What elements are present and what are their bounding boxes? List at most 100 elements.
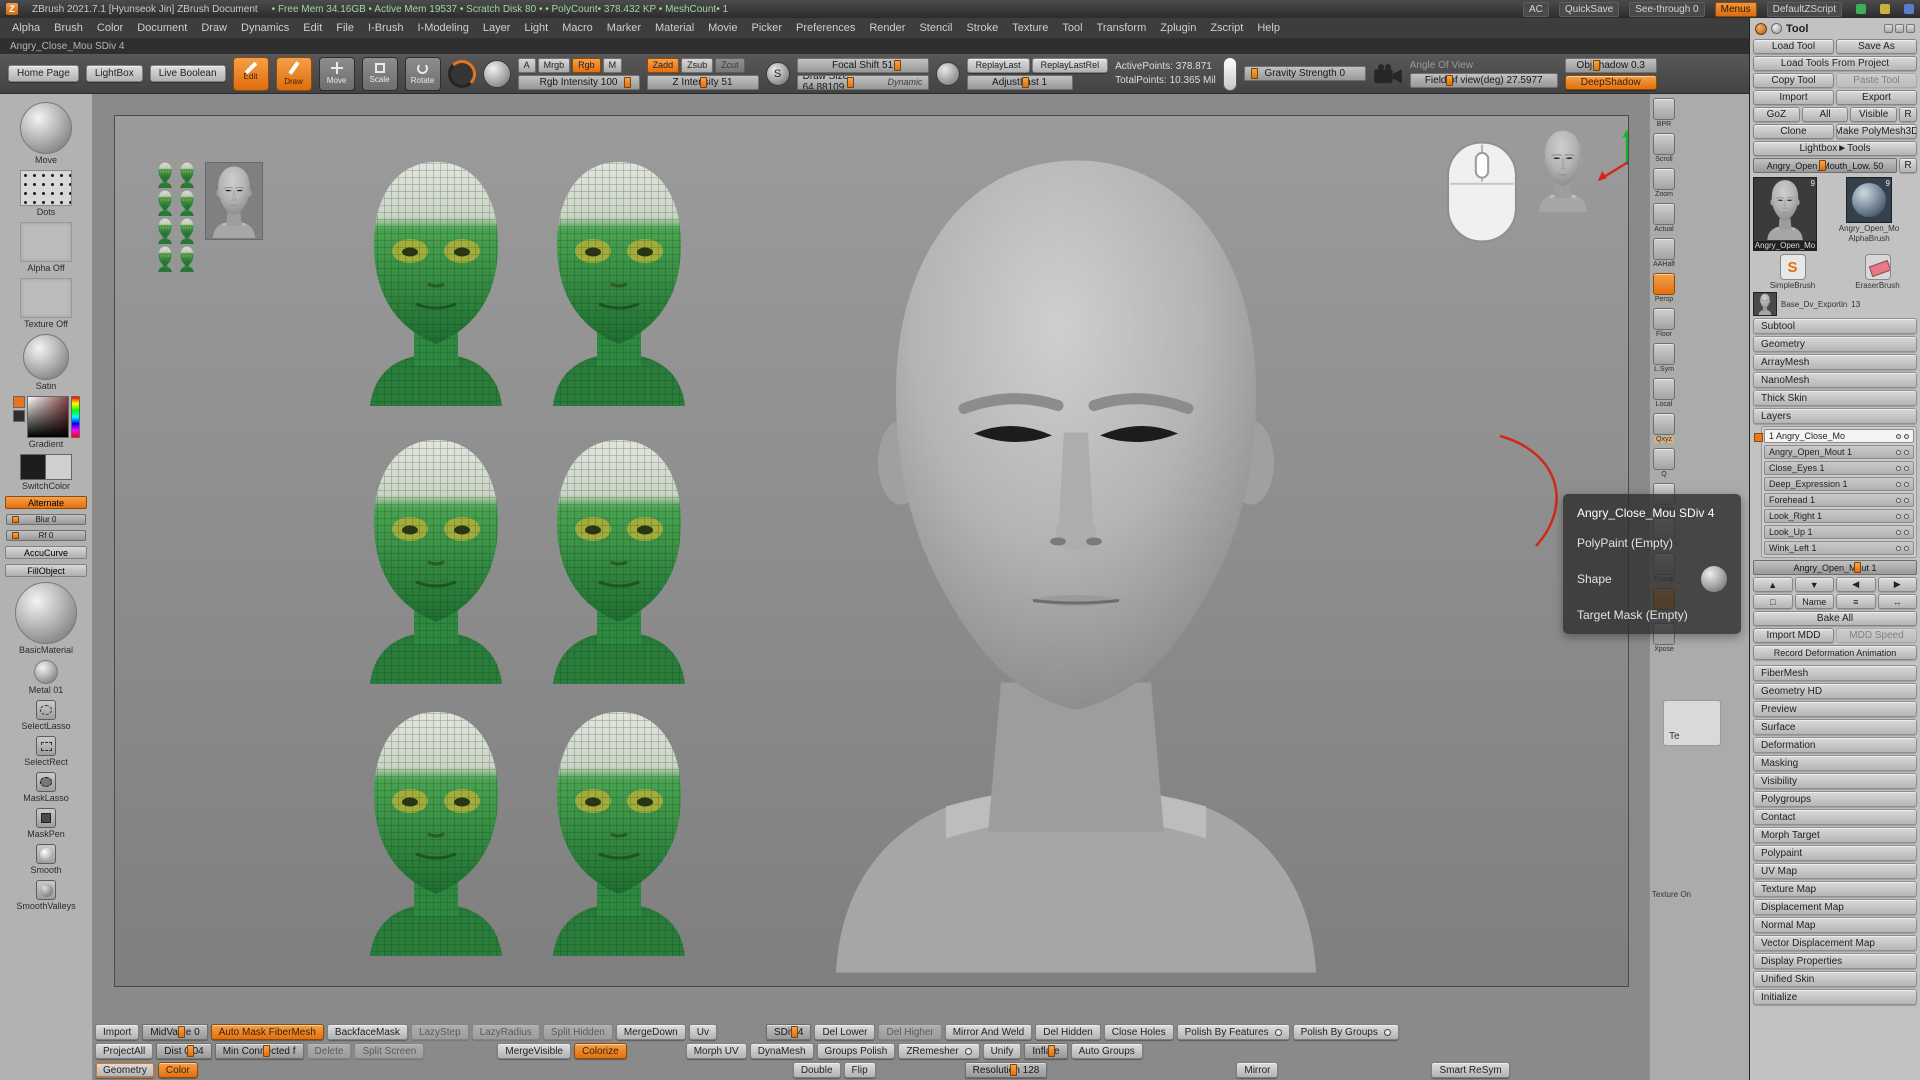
bottom-button[interactable]: Split Hidden <box>543 1024 613 1040</box>
home-page-button[interactable]: Home Page <box>8 65 79 82</box>
alpha-icon[interactable] <box>936 62 960 86</box>
menu-item[interactable]: I-Brush <box>362 20 409 36</box>
alt-color-swatch[interactable] <box>46 454 72 480</box>
bottom-button[interactable]: Geometry <box>95 1062 155 1078</box>
accucurve-button[interactable]: AccuCurve <box>5 546 87 559</box>
titlebar-button[interactable]: QuickSave <box>1559 2 1619 17</box>
bottom-button[interactable]: MidValue 0 <box>142 1024 207 1040</box>
active-color-swatch[interactable] <box>13 396 25 408</box>
bottom-button[interactable]: Split Screen <box>354 1043 424 1059</box>
bottom-button[interactable]: MergeVisible <box>497 1043 571 1059</box>
copy-tool-button[interactable]: Copy Tool <box>1753 73 1834 88</box>
menu-item[interactable]: Stroke <box>960 20 1004 36</box>
record-deformation-button[interactable]: Record Deformation Animation <box>1753 645 1917 660</box>
layer-arrow-button[interactable]: ▼ <box>1795 577 1835 592</box>
active-tool-slider[interactable]: Angry_Open_Mouth_Low. 50 <box>1753 158 1897 173</box>
section-button[interactable]: Unified Skin <box>1753 971 1917 987</box>
section-button[interactable]: Deformation <box>1753 737 1917 753</box>
bottom-button[interactable]: Auto Mask FiberMesh <box>211 1024 324 1040</box>
bottom-button[interactable]: LazyStep <box>411 1024 469 1040</box>
layer-row[interactable]: Angry_Open_Mout 1 <box>1764 445 1914 459</box>
clone-button[interactable]: Clone <box>1753 124 1834 139</box>
menu-item[interactable]: Help <box>1251 20 1286 36</box>
import-button[interactable]: Import <box>1753 90 1834 105</box>
layer-visibility-icons[interactable] <box>1896 466 1909 471</box>
bottom-button[interactable]: Dist 0.04 <box>156 1043 211 1059</box>
bottom-button[interactable]: Del Higher <box>878 1024 941 1040</box>
replay-last-button[interactable]: ReplayLast <box>967 58 1030 73</box>
edit-button[interactable]: Edit <box>233 57 269 91</box>
menu-item[interactable]: Alpha <box>6 20 46 36</box>
menu-item[interactable]: I-Modeling <box>411 20 474 36</box>
menu-item[interactable]: Light <box>518 20 554 36</box>
section-button[interactable]: Texture Map <box>1753 881 1917 897</box>
section-button[interactable]: UV Map <box>1753 863 1917 879</box>
panel-icon[interactable] <box>1884 24 1893 33</box>
menu-item[interactable]: Brush <box>48 20 89 36</box>
menu-item[interactable]: Dynamics <box>235 20 295 36</box>
palette-flower-icon[interactable] <box>1755 23 1767 35</box>
tray-button[interactable]: Scroll <box>1653 133 1675 163</box>
bake-all-button[interactable]: Bake All <box>1753 611 1917 626</box>
menu-item[interactable]: Zscript <box>1204 20 1249 36</box>
section-button[interactable]: NanoMesh <box>1753 372 1917 388</box>
bottom-button[interactable]: Min Connected f <box>215 1043 304 1059</box>
menu-item[interactable]: Render <box>863 20 911 36</box>
tray-button[interactable]: Persp <box>1653 273 1675 303</box>
alternate-button[interactable]: Alternate <box>5 496 87 509</box>
menu-item[interactable]: Texture <box>1006 20 1054 36</box>
document-canvas[interactable] <box>114 115 1629 987</box>
draw-button[interactable]: Draw <box>276 57 312 91</box>
basic-material[interactable]: BasicMaterial <box>15 582 77 655</box>
sculpt-head-model[interactable] <box>816 130 1336 975</box>
material-ball-icon[interactable] <box>483 60 511 88</box>
layer-visibility-icons[interactable] <box>1896 514 1909 519</box>
bottom-button[interactable]: Groups Polish <box>817 1043 896 1059</box>
layer-visibility-icons[interactable] <box>1896 482 1909 487</box>
stroke-dots[interactable]: Dots <box>20 170 72 217</box>
titlebar-button[interactable]: See-through 0 <box>1629 2 1704 17</box>
section-button[interactable]: Subtool <box>1753 318 1917 334</box>
bottom-button[interactable]: SDiv 4 <box>766 1024 811 1040</box>
rgb-button[interactable]: Rgb <box>572 58 601 73</box>
color-a-button[interactable]: A <box>518 58 536 73</box>
bottom-button[interactable]: Flip <box>844 1062 876 1078</box>
layer-row[interactable]: Wink_Left 1 <box>1764 541 1914 555</box>
layer-tool-button[interactable]: □ <box>1753 594 1793 609</box>
section-button[interactable]: ArrayMesh <box>1753 354 1917 370</box>
titlebar-button[interactable]: AC <box>1523 2 1549 17</box>
load-tool-button[interactable]: Load Tool <box>1753 39 1834 54</box>
secondary-color-swatch[interactable] <box>13 410 25 422</box>
section-button[interactable]: Initialize <box>1753 989 1917 1005</box>
titlebar-button[interactable]: DefaultZScript <box>1767 2 1842 17</box>
goz-visible-button[interactable]: Visible <box>1850 107 1897 122</box>
alpha-slot[interactable]: Alpha Off <box>20 222 72 273</box>
orientation-gizmo[interactable] <box>1535 128 1629 212</box>
section-button[interactable]: Displacement Map <box>1753 899 1917 915</box>
bottom-button[interactable]: Smart ReSym <box>1431 1062 1509 1078</box>
menu-item[interactable]: Zplugin <box>1154 20 1202 36</box>
layer-visibility-icons[interactable] <box>1896 434 1909 439</box>
select-rect-tool[interactable]: SelectRect <box>24 736 68 767</box>
select-lasso-tool[interactable]: SelectLasso <box>21 700 70 731</box>
adjust-last-slider[interactable]: AdjustLast 1 <box>967 75 1073 90</box>
layer-tool-button[interactable]: ≡ <box>1836 594 1876 609</box>
current-tool-thumbnail[interactable]: 9 Angry_Open_Mo <box>1753 177 1817 251</box>
material-satin[interactable]: Satin <box>23 334 69 391</box>
smooth-valleys-brush[interactable]: SmoothValleys <box>16 880 75 911</box>
camera-icon[interactable] <box>1373 63 1403 85</box>
gravity-strength-slider[interactable]: Gravity Strength 0 <box>1244 66 1366 81</box>
bottom-button[interactable]: Mirror <box>1236 1062 1278 1078</box>
layer-visibility-icons[interactable] <box>1896 530 1909 535</box>
section-button[interactable]: Geometry HD <box>1753 683 1917 699</box>
panel-icon[interactable] <box>1895 24 1904 33</box>
zsub-button[interactable]: Zsub <box>681 58 713 73</box>
bottom-button[interactable]: Close Holes <box>1104 1024 1174 1040</box>
tray-button[interactable]: Q <box>1653 448 1675 478</box>
m-button[interactable]: M <box>603 58 623 73</box>
menu-item[interactable]: Marker <box>601 20 647 36</box>
main-color-swatch[interactable] <box>20 454 46 480</box>
layer-arrow-button[interactable]: ▲ <box>1753 577 1793 592</box>
layer-row[interactable]: Forehead 1 <box>1764 493 1914 507</box>
tray-button[interactable]: Zoom <box>1653 168 1675 198</box>
